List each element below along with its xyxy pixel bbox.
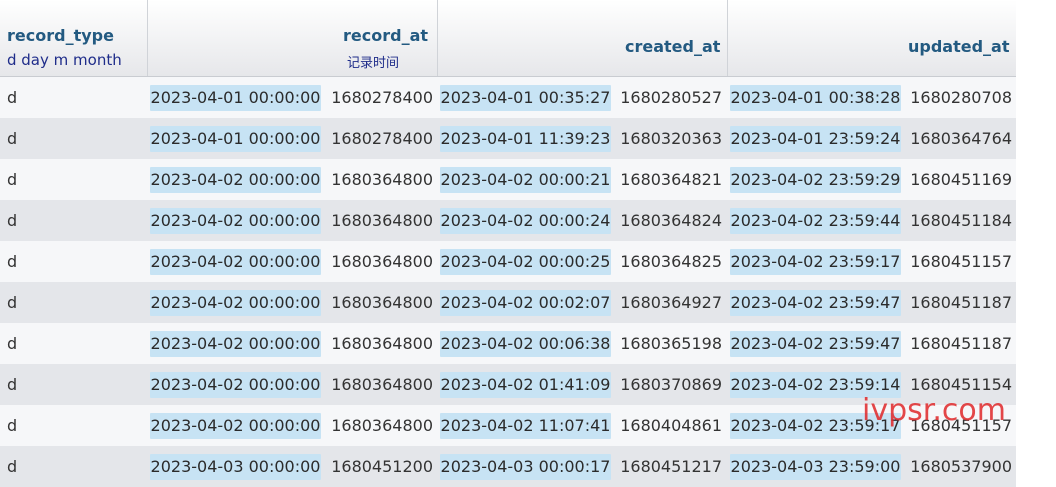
record-at-timestamp[interactable]: 1680364800 (322, 323, 433, 364)
updated-at-timestamp[interactable]: 1680451184 (902, 200, 1012, 241)
table-row[interactable]: d 2023-04-01 00:00:00 1680278400 2023-04-01… (0, 77, 1016, 118)
updated-at-timestamp[interactable]: 1680451169 (902, 159, 1012, 200)
updated-at-timestamp[interactable]: 1680280708 (902, 77, 1012, 118)
created-at-date[interactable]: 2023-04-01 00:35:27 (440, 85, 611, 111)
record-at-date[interactable]: 2023-04-02 00:00:00 (150, 372, 321, 398)
column-name[interactable]: record_at (343, 26, 428, 45)
table-row[interactable]: d 2023-04-02 00:00:00 1680364800 2023-04-02… (0, 200, 1016, 241)
table-body: d 2023-04-01 00:00:00 1680278400 2023-04-01… (0, 77, 1016, 487)
created-at-date[interactable]: 2023-04-02 00:06:38 (440, 331, 611, 357)
record-at-date[interactable]: 2023-04-02 00:00:00 (150, 208, 321, 234)
record-type-cell[interactable]: d (7, 77, 17, 118)
record-type-cell[interactable]: d (7, 405, 17, 446)
updated-at-date[interactable]: 2023-04-01 23:59:24 (730, 126, 901, 152)
data-table: record_type d day m month record_at 记录时间… (0, 0, 1016, 487)
created-at-timestamp[interactable]: 1680404861 (612, 405, 722, 446)
updated-at-date[interactable]: 2023-04-02 23:59:14 (730, 372, 901, 398)
table-row[interactable]: d 2023-04-02 00:00:00 1680364800 2023-04-02… (0, 241, 1016, 282)
record-at-timestamp[interactable]: 1680364800 (322, 200, 433, 241)
created-at-date[interactable]: 2023-04-01 11:39:23 (440, 126, 611, 152)
updated-at-timestamp[interactable]: 1680451187 (902, 323, 1012, 364)
record-at-timestamp[interactable]: 1680364800 (322, 282, 433, 323)
updated-at-date[interactable]: 2023-04-03 23:59:00 (730, 454, 901, 480)
updated-at-timestamp[interactable]: 1680451154 (902, 364, 1012, 405)
updated-at-timestamp[interactable]: 1680364764 (902, 118, 1012, 159)
table-row[interactable]: d 2023-04-01 00:00:00 1680278400 2023-04-01… (0, 118, 1016, 159)
record-at-date[interactable]: 2023-04-01 00:00:00 (150, 85, 321, 111)
created-at-date[interactable]: 2023-04-02 00:02:07 (440, 290, 611, 316)
column-comment: d day m month (7, 51, 122, 69)
record-at-timestamp[interactable]: 1680364800 (322, 159, 433, 200)
record-type-cell[interactable]: d (7, 118, 17, 159)
created-at-timestamp[interactable]: 1680280527 (612, 77, 722, 118)
created-at-date[interactable]: 2023-04-02 00:00:21 (440, 167, 611, 193)
updated-at-date[interactable]: 2023-04-02 23:59:17 (730, 413, 901, 439)
created-at-timestamp[interactable]: 1680364825 (612, 241, 722, 282)
table-row[interactable]: d 2023-04-02 00:00:00 1680364800 2023-04-02… (0, 364, 1016, 405)
updated-at-date[interactable]: 2023-04-01 00:38:28 (730, 85, 901, 111)
column-header-updated-at[interactable]: updated_at (727, 0, 1017, 76)
record-at-date[interactable]: 2023-04-02 00:00:00 (150, 413, 321, 439)
record-type-cell[interactable]: d (7, 323, 17, 364)
table-row[interactable]: d 2023-04-02 00:00:00 1680364800 2023-04-02… (0, 323, 1016, 364)
updated-at-date[interactable]: 2023-04-02 23:59:29 (730, 167, 901, 193)
table-header: record_type d day m month record_at 记录时间… (0, 0, 1016, 77)
created-at-date[interactable]: 2023-04-02 11:07:41 (440, 413, 611, 439)
column-header-record-type[interactable]: record_type d day m month (0, 0, 147, 76)
created-at-date[interactable]: 2023-04-02 00:00:24 (440, 208, 611, 234)
table-row[interactable]: d 2023-04-02 00:00:00 1680364800 2023-04-02… (0, 282, 1016, 323)
column-header-created-at[interactable]: created_at (437, 0, 728, 76)
column-header-record-at[interactable]: record_at 记录时间 (147, 0, 438, 76)
created-at-timestamp[interactable]: 1680370869 (612, 364, 722, 405)
created-at-timestamp[interactable]: 1680365198 (612, 323, 722, 364)
updated-at-timestamp[interactable]: 1680451157 (902, 241, 1012, 282)
created-at-date[interactable]: 2023-04-02 01:41:09 (440, 372, 611, 398)
record-type-cell[interactable]: d (7, 241, 17, 282)
created-at-date[interactable]: 2023-04-02 00:00:25 (440, 249, 611, 275)
created-at-timestamp[interactable]: 1680364821 (612, 159, 722, 200)
updated-at-date[interactable]: 2023-04-02 23:59:47 (730, 331, 901, 357)
created-at-date[interactable]: 2023-04-03 00:00:17 (440, 454, 611, 480)
record-at-timestamp[interactable]: 1680364800 (322, 241, 433, 282)
record-at-timestamp[interactable]: 1680364800 (322, 405, 433, 446)
column-name[interactable]: updated_at (908, 37, 1010, 56)
updated-at-timestamp[interactable]: 1680451157 (902, 405, 1012, 446)
table-row[interactable]: d 2023-04-02 00:00:00 1680364800 2023-04-02… (0, 159, 1016, 200)
record-at-timestamp[interactable]: 1680278400 (322, 118, 433, 159)
record-type-cell[interactable]: d (7, 200, 17, 241)
record-type-cell[interactable]: d (7, 282, 17, 323)
record-at-date[interactable]: 2023-04-02 00:00:00 (150, 249, 321, 275)
record-at-date[interactable]: 2023-04-01 00:00:00 (150, 126, 321, 152)
record-at-timestamp[interactable]: 1680278400 (322, 77, 433, 118)
record-at-date[interactable]: 2023-04-03 00:00:00 (150, 454, 321, 480)
column-comment: 记录时间 (347, 56, 400, 71)
column-name[interactable]: created_at (625, 37, 720, 56)
table-row[interactable]: d 2023-04-02 00:00:00 1680364800 2023-04-02… (0, 405, 1016, 446)
updated-at-timestamp[interactable]: 1680451187 (902, 282, 1012, 323)
created-at-timestamp[interactable]: 1680320363 (612, 118, 722, 159)
record-type-cell[interactable]: d (7, 364, 17, 405)
record-type-cell[interactable]: d (7, 159, 17, 200)
record-at-date[interactable]: 2023-04-02 00:00:00 (150, 331, 321, 357)
record-at-timestamp[interactable]: 1680364800 (322, 364, 433, 405)
record-at-date[interactable]: 2023-04-02 00:00:00 (150, 290, 321, 316)
updated-at-date[interactable]: 2023-04-02 23:59:44 (730, 208, 901, 234)
updated-at-date[interactable]: 2023-04-02 23:59:47 (730, 290, 901, 316)
column-name[interactable]: record_type (7, 26, 114, 45)
created-at-timestamp[interactable]: 1680364824 (612, 200, 722, 241)
created-at-timestamp[interactable]: 1680364927 (612, 282, 722, 323)
updated-at-date[interactable]: 2023-04-02 23:59:17 (730, 249, 901, 275)
record-at-date[interactable]: 2023-04-02 00:00:00 (150, 167, 321, 193)
